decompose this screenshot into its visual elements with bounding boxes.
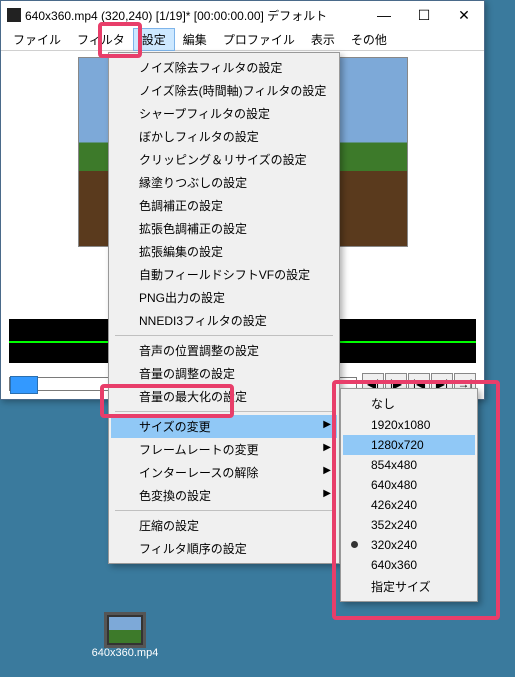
dropdown-item[interactable]: 音量の最大化の設定 [111, 385, 337, 408]
menu-編集[interactable]: 編集 [175, 29, 215, 50]
size-option[interactable]: 320x240 [343, 535, 475, 555]
app-icon [7, 8, 21, 22]
size-option-label: 1920x1080 [371, 418, 430, 432]
size-option[interactable]: 1920x1080 [343, 415, 475, 435]
dropdown-item[interactable]: 圧縮の設定 [111, 514, 337, 537]
menu-separator [115, 335, 333, 336]
window-title: 640x360.mp4 (320,240) [1/19]* [00:00:00.… [25, 7, 364, 24]
size-option-label: 1280x720 [371, 438, 424, 452]
size-option-label: 854x480 [371, 458, 417, 472]
dropdown-item[interactable]: 色変換の設定▶ [111, 484, 337, 507]
size-option[interactable]: なし [343, 392, 475, 415]
menubar: ファイルフィルタ設定編集プロファイル表示その他 [1, 29, 484, 51]
size-option-label: 640x360 [371, 558, 417, 572]
size-submenu: なし 1920x1080 1280x720 854x480 640x480 426x240… [340, 388, 478, 602]
dropdown-item[interactable]: クリッピング＆リサイズの設定 [111, 148, 337, 171]
dropdown-item[interactable]: ぼかしフィルタの設定 [111, 125, 337, 148]
size-option[interactable]: 1280x720 [343, 435, 475, 455]
dropdown-item[interactable]: フレームレートの変更▶ [111, 438, 337, 461]
dropdown-item[interactable]: 縁塗りつぶしの設定 [111, 171, 337, 194]
size-option[interactable]: 854x480 [343, 455, 475, 475]
dropdown-item[interactable]: インターレースの解除▶ [111, 461, 337, 484]
size-option-label: なし [371, 397, 395, 411]
dropdown-item[interactable]: 色調補正の設定 [111, 194, 337, 217]
size-option[interactable]: 352x240 [343, 515, 475, 535]
submenu-arrow-icon: ▶ [323, 419, 331, 430]
close-button[interactable]: ✕ [444, 1, 484, 29]
submenu-arrow-icon: ▶ [323, 488, 331, 499]
menu-separator [115, 510, 333, 511]
menu-separator [115, 411, 333, 412]
seek-thumb[interactable] [10, 376, 38, 394]
titlebar: 640x360.mp4 (320,240) [1/19]* [00:00:00.… [1, 1, 484, 29]
menu-フィルタ[interactable]: フィルタ [69, 29, 133, 50]
dropdown-item[interactable]: 拡張色調補正の設定 [111, 217, 337, 240]
dropdown-item[interactable]: 拡張編集の設定 [111, 240, 337, 263]
dropdown-item[interactable]: NNEDI3フィルタの設定 [111, 309, 337, 332]
minimize-button[interactable]: — [364, 1, 404, 29]
size-option-label: 352x240 [371, 518, 417, 532]
desktop-file[interactable]: 640x360.mp4 [90, 615, 160, 659]
selected-radio-icon [351, 541, 358, 548]
file-name: 640x360.mp4 [90, 647, 160, 659]
submenu-arrow-icon: ▶ [323, 442, 331, 453]
dropdown-item[interactable]: サイズの変更▶ [111, 415, 337, 438]
dropdown-item[interactable]: 音量の調整の設定 [111, 362, 337, 385]
dropdown-item[interactable]: ノイズ除去(時間軸)フィルタの設定 [111, 79, 337, 102]
dropdown-item[interactable]: PNG出力の設定 [111, 286, 337, 309]
file-thumbnail-icon [107, 615, 143, 645]
menu-表示[interactable]: 表示 [303, 29, 343, 50]
submenu-arrow-icon: ▶ [323, 465, 331, 476]
size-option[interactable]: 640x480 [343, 475, 475, 495]
menu-その他[interactable]: その他 [343, 29, 395, 50]
menu-ファイル[interactable]: ファイル [5, 29, 69, 50]
maximize-button[interactable]: ☐ [404, 1, 444, 29]
dropdown-item[interactable]: 音声の位置調整の設定 [111, 339, 337, 362]
size-option-label: 320x240 [371, 538, 417, 552]
dropdown-item[interactable]: 自動フィールドシフトVFの設定 [111, 263, 337, 286]
settings-dropdown: ノイズ除去フィルタの設定ノイズ除去(時間軸)フィルタの設定シャープフィルタの設定… [108, 52, 340, 564]
menu-設定[interactable]: 設定 [133, 28, 175, 51]
dropdown-item[interactable]: シャープフィルタの設定 [111, 102, 337, 125]
dropdown-item[interactable]: ノイズ除去フィルタの設定 [111, 56, 337, 79]
size-option-label: 640x480 [371, 478, 417, 492]
size-option[interactable]: 426x240 [343, 495, 475, 515]
size-option-label: 426x240 [371, 498, 417, 512]
menu-プロファイル[interactable]: プロファイル [215, 29, 303, 50]
size-option-label: 指定サイズ [371, 580, 431, 594]
size-option[interactable]: 640x360 [343, 555, 475, 575]
dropdown-item[interactable]: フィルタ順序の設定 [111, 537, 337, 560]
size-option[interactable]: 指定サイズ [343, 575, 475, 598]
